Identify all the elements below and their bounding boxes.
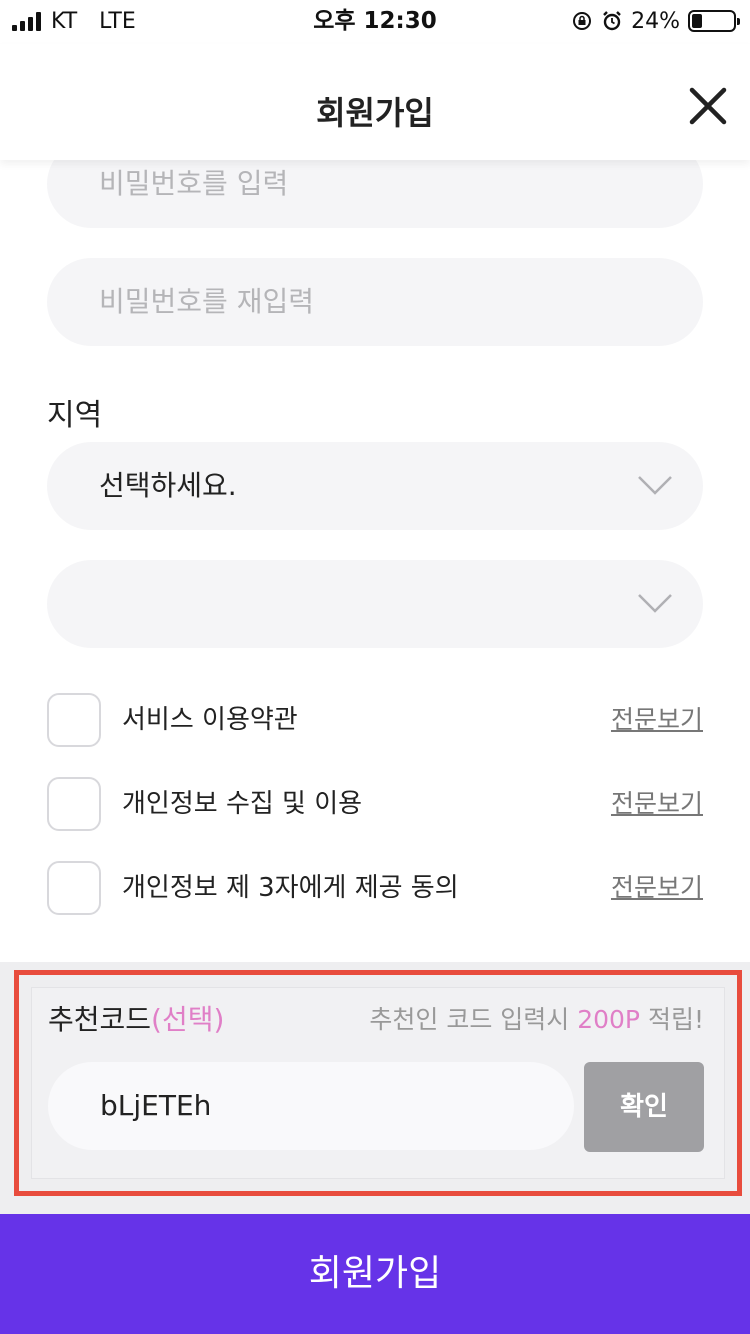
third-party-checkbox[interactable] [47,861,101,915]
referral-confirm-button[interactable]: 확인 [584,1062,704,1152]
battery-icon [688,10,740,32]
terms-label: 서비스 이용약관 [122,705,298,735]
terms-view-link[interactable]: 전문보기 [611,693,703,747]
agreement-row-terms: 서비스 이용약관 전문보기 [47,693,703,747]
terms-checkbox[interactable] [47,693,101,747]
sub-region-select[interactable] [47,560,703,648]
password-confirm-placeholder: 비밀번호를 재입력 [99,285,314,318]
referral-note-suffix: 적립! [640,1005,704,1034]
agreement-row-privacy: 개인정보 수집 및 이용 전문보기 [47,777,703,831]
close-button[interactable] [686,84,730,128]
chevron-down-icon [638,594,672,613]
password-confirm-field[interactable]: 비밀번호를 재입력 [47,258,703,346]
referral-section: 추천코드(선택) 추천인 코드 입력시 200P 적립! bLjETEh 확인 [31,987,725,1179]
header: 회원가입 [0,44,750,160]
signup-submit-button[interactable]: 회원가입 [0,1214,750,1334]
referral-code-value: bLjETEh [100,1089,212,1122]
referral-code-input[interactable]: bLjETEh [48,1062,574,1150]
privacy-checkbox[interactable] [47,777,101,831]
page-title: 회원가입 [316,94,434,132]
battery-fill [692,14,702,28]
privacy-label: 개인정보 수집 및 이용 [122,789,363,819]
referral-optional: (선택) [151,1003,225,1036]
referral-note: 추천인 코드 입력시 200P 적립! [369,1000,704,1036]
status-bar: KT LTE 오후 12:30 24% [0,0,750,44]
region-select-value: 선택하세요. [99,469,237,502]
referral-note-prefix: 추천인 코드 입력시 [369,1005,578,1034]
region-select[interactable]: 선택하세요. [47,442,703,530]
close-icon [689,87,727,125]
referral-label-text: 추천코드 [48,1003,152,1036]
alarm-icon [601,10,623,32]
status-right: 24% [571,6,740,36]
third-party-view-link[interactable]: 전문보기 [611,861,703,915]
rotation-lock-icon [571,10,593,32]
third-party-label: 개인정보 제 3자에게 제공 동의 [122,873,459,903]
agreement-row-third-party: 개인정보 제 3자에게 제공 동의 전문보기 [47,861,703,915]
battery-percent: 24% [631,8,680,34]
referral-label: 추천코드(선택) [48,998,224,1038]
chevron-down-icon [638,476,672,495]
referral-note-points: 200P [577,1005,641,1034]
region-label: 지역 [47,398,103,433]
privacy-view-link[interactable]: 전문보기 [611,777,703,831]
